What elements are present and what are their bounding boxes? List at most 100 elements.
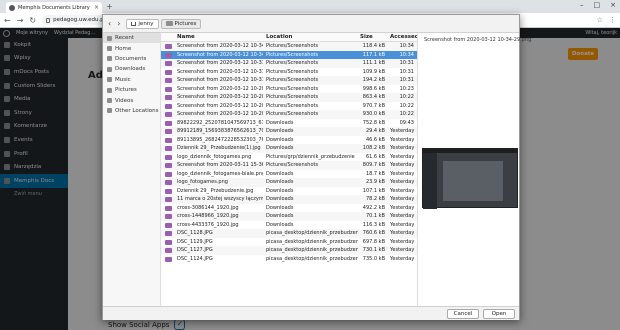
file-name: logo_dziennik_fotogames-biale.png [177,170,263,177]
file-accessed: 10:22 [399,111,414,118]
clock-icon [107,35,112,41]
file-location: picasa_desktop/dziennik_przebudzenie [266,238,358,245]
file-row[interactable]: cross-3086144_1920.jpg Downloads 492.2 kB Y… [161,204,417,213]
file-name: logo_fotogames.png [177,179,228,186]
file-accessed: Yesterday [390,213,415,220]
thumb-panel [443,161,503,201]
file-accessed: Yesterday [390,162,415,169]
place-music[interactable]: Music [103,75,160,85]
place-pictures[interactable]: Pictures [103,85,160,95]
file-size: 752.8 kB [362,119,385,126]
column-accessed[interactable]: Accessed [388,34,417,40]
file-row[interactable]: DSC_1128.JPG picasa_desktop/dziennik_prze… [161,229,417,238]
file-accessed: 10:22 [399,102,414,109]
file-row[interactable]: Screenshot from 2020-03-12 10-34-29…Pict… [161,50,417,59]
column-location[interactable]: Location [263,34,358,40]
bookmark-star-icon[interactable]: ☆ [597,16,603,24]
file-row[interactable]: cross-4433376_1920.jpg Downloads 116.3 kB Y… [161,221,417,230]
file-row[interactable]: cross-1448966_1920.jpg Downloads 70.1 kB Ye… [161,212,417,221]
file-location: picasa_desktop/dziennik_przebudzenie [266,255,358,262]
file-name: Screenshot from 2020-03-12 10-31-13… [177,77,263,84]
file-accessed: Yesterday [390,145,415,152]
place-documents[interactable]: Documents [103,54,160,64]
file-row[interactable]: Screenshot from 2020-03-12 10-31-25…Pict… [161,68,417,77]
file-accessed: 10:22 [399,94,414,101]
file-size: 730.1 kB [362,247,385,254]
file-row[interactable]: Screenshot from 2020-03-12 10-31-13…Pict… [161,76,417,85]
dialog-forward-button[interactable]: › [117,19,120,28]
file-row[interactable]: Screenshot from 2020-03-12 10-20-12…Pict… [161,110,417,119]
tab-close-icon[interactable]: × [94,4,99,11]
close-window-button[interactable]: × [610,1,616,9]
file-accessed: 10:34 [399,51,414,58]
place-home[interactable]: Home [103,43,160,53]
file-accessed: 09:43 [399,119,414,126]
file-location: Pictures/Screenshots [266,77,319,84]
toolbar-right: ☆ ⋮ [597,16,616,24]
file-row[interactable]: 89113895_2682472228532303_76886…Download… [161,136,417,145]
file-row[interactable]: 11 marca o 20stej wszyscy łączymy się …D… [161,195,417,204]
place-label: Pictures [115,87,137,94]
file-name: logo_dziennik_fotogames.png [177,153,252,160]
maximize-button[interactable]: □ [594,1,601,9]
dialog-footer: Cancel Open [103,306,519,320]
menu-dots-icon[interactable]: ⋮ [609,16,616,24]
file-name: 89912189_1569383876562613_70419… [177,128,263,135]
crumb-pictures[interactable]: Pictures [160,18,202,29]
file-size: 118.4 kB [362,43,385,50]
file-row[interactable]: 89912189_1569383876562613_70419…Download… [161,127,417,136]
open-button[interactable]: Open [483,309,515,319]
file-accessed: Yesterday [390,187,415,194]
file-row[interactable]: logo_fotogames.png Downloads 23.9 kB Yester… [161,178,417,187]
file-name: 89113895_2682472228532303_76886… [177,136,263,143]
file-accessed: 10:31 [399,60,414,67]
place-label: Other Locations [115,107,159,114]
file-row[interactable]: Screenshot from 2020-03-12 10-31-28…Pict… [161,59,417,68]
place-other-locations[interactable]: Other Locations [103,106,160,116]
file-row[interactable]: logo_dziennik_fotogames-biale.png Downloa… [161,170,417,179]
file-accessed: Yesterday [390,136,415,143]
tab-title: Memphis Documents Library [18,4,90,11]
file-size: 117.1 kB [362,51,385,58]
minimize-button[interactable]: – [580,1,584,9]
file-size: 760.6 kB [362,230,385,237]
file-accessed: Yesterday [390,204,415,211]
crumb-home[interactable]: jenny [126,18,159,29]
file-size: 863.4 kB [362,94,385,101]
file-row[interactable]: logo_dziennik_fotogames.png Pictures/grp/… [161,153,417,162]
file-row[interactable]: Dziennik 29_ Przebudzenie.jpg Downloads 10… [161,187,417,196]
file-row[interactable]: DSC_1129.JPG picasa_desktop/dziennik_prze… [161,238,417,247]
cancel-button[interactable]: Cancel [447,309,479,319]
file-location: picasa_desktop/dziennik_przebudzenie [266,230,358,237]
column-size[interactable]: Size [358,34,388,40]
preview-thumbnail [422,148,518,209]
file-row[interactable]: DSC_1127.JPG picasa_desktop/dziennik_prze… [161,246,417,255]
file-accessed: Yesterday [390,196,415,203]
reload-icon[interactable]: ↻ [29,16,36,25]
file-row[interactable]: Screenshot from 2020-03-11 15-36-21…Pict… [161,161,417,170]
file-row[interactable]: DSC_1124.JPG picasa_desktop/dziennik_prze… [161,255,417,264]
place-videos[interactable]: Videos [103,95,160,105]
place-downloads[interactable]: Downloads [103,64,160,74]
file-size: 735.0 kB [362,255,385,262]
back-icon[interactable]: ← [4,16,11,25]
forward-icon[interactable]: → [17,16,24,25]
dialog-back-button[interactable]: ‹ [108,19,111,28]
place-recent[interactable]: Recent [103,33,160,44]
file-accessed: 10:31 [399,68,414,75]
file-size: 697.8 kB [362,238,385,245]
file-name: Screenshot from 2020-03-12 10-31-28… [177,60,263,67]
file-size: 78.2 kB [365,196,385,203]
file-row[interactable]: Screenshot from 2020-03-12 10-34-52…Pict… [161,42,417,51]
column-name[interactable]: Name [161,34,263,40]
image-file-icon [165,78,172,83]
file-row[interactable]: 89822292_2520781047569713_67427…Download… [161,119,417,128]
file-row[interactable]: Dziennik 29_ Przebudzenie(1).jpg Download… [161,144,417,153]
file-location: Downloads [266,196,294,203]
file-row[interactable]: Screenshot from 2020-03-12 10-20-42…Pict… [161,93,417,102]
new-tab-button[interactable]: + [106,2,113,11]
browser-tab[interactable]: Memphis Documents Library × [6,2,102,13]
file-size: 108.2 kB [362,145,385,152]
file-row[interactable]: Screenshot from 2020-03-12 10-20-33…Pict… [161,85,417,94]
file-row[interactable]: Screenshot from 2020-03-12 10-20-33…Pict… [161,102,417,111]
